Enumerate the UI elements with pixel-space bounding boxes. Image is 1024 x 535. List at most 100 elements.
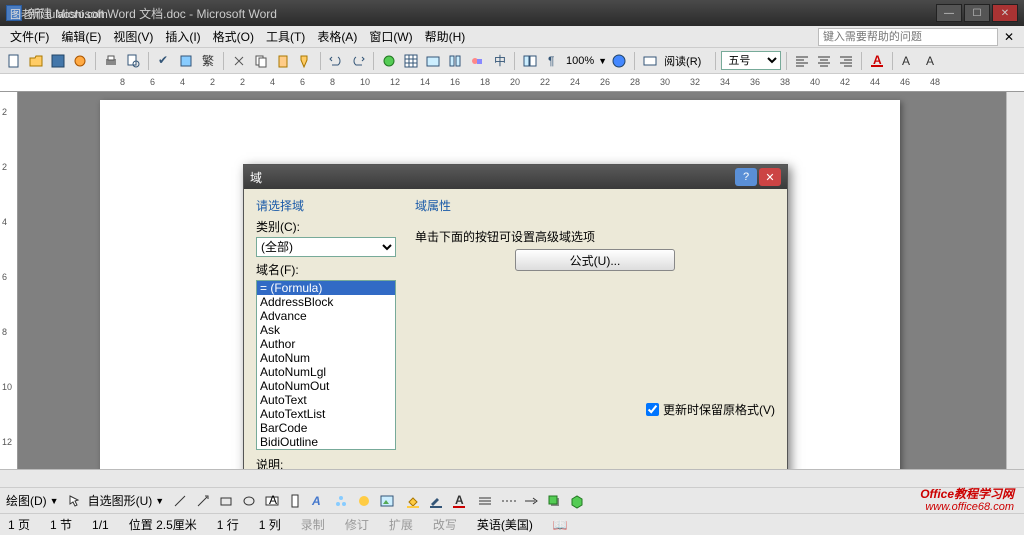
- field-list-item[interactable]: Comments: [257, 449, 395, 450]
- 3d-icon[interactable]: [567, 491, 587, 511]
- shrink-font-icon[interactable]: A: [920, 51, 940, 71]
- horizontal-scrollbar[interactable]: [0, 469, 1024, 487]
- statusbar: 1 页 1 节 1/1 位置 2.5厘米 1 行 1 列 录制 修订 扩展 改写…: [0, 513, 1024, 535]
- doc-map-icon[interactable]: [520, 51, 540, 71]
- cut-icon[interactable]: [229, 51, 249, 71]
- line-style-icon[interactable]: [475, 491, 495, 511]
- field-list-item[interactable]: Ask: [257, 323, 395, 337]
- vertical-ruler[interactable]: 224681012: [0, 92, 18, 469]
- field-list-item[interactable]: AutoNumOut: [257, 379, 395, 393]
- svg-text:A: A: [311, 494, 321, 508]
- preserve-format-checkbox[interactable]: [646, 403, 659, 416]
- textbox-icon[interactable]: A: [262, 491, 282, 511]
- field-list-item[interactable]: AutoNumLgl: [257, 365, 395, 379]
- svg-text:A: A: [269, 493, 277, 507]
- help-search-input[interactable]: [818, 28, 998, 46]
- oval-icon[interactable]: [239, 491, 259, 511]
- status-lang[interactable]: 英语(美国): [477, 516, 533, 533]
- field-list-item[interactable]: AutoText: [257, 393, 395, 407]
- print-preview-icon[interactable]: [123, 51, 143, 71]
- diagram-icon[interactable]: [331, 491, 351, 511]
- chinese-layout-icon[interactable]: 中: [489, 51, 509, 71]
- menu-edit[interactable]: 编辑(E): [55, 26, 107, 47]
- field-list-item[interactable]: Author: [257, 337, 395, 351]
- grow-font-icon[interactable]: A: [898, 51, 918, 71]
- new-doc-icon[interactable]: [4, 51, 24, 71]
- menu-table[interactable]: 表格(A): [311, 26, 363, 47]
- close-button[interactable]: ✕: [992, 4, 1018, 22]
- align-right-icon[interactable]: [836, 51, 856, 71]
- wordart-icon[interactable]: A: [308, 491, 328, 511]
- spellcheck-icon[interactable]: ✔: [154, 51, 174, 71]
- dialog-title: 域: [250, 169, 262, 186]
- menu-format[interactable]: 格式(O): [207, 26, 260, 47]
- show-marks-icon[interactable]: ¶: [542, 51, 562, 71]
- save-icon[interactable]: [48, 51, 68, 71]
- hyperlink-icon[interactable]: [379, 51, 399, 71]
- svg-text:繁: 繁: [202, 53, 214, 68]
- font-color-icon[interactable]: A: [867, 51, 887, 71]
- table-grid-icon[interactable]: [401, 51, 421, 71]
- columns-icon[interactable]: [445, 51, 465, 71]
- line-color-icon[interactable]: [426, 491, 446, 511]
- vertical-textbox-icon[interactable]: [285, 491, 305, 511]
- fill-color-icon[interactable]: [403, 491, 423, 511]
- zoom-value[interactable]: 100%: [564, 55, 596, 67]
- insert-table-icon[interactable]: [423, 51, 443, 71]
- align-left-icon[interactable]: [792, 51, 812, 71]
- maximize-button[interactable]: ☐: [964, 4, 990, 22]
- font-size-combo[interactable]: 五号: [721, 51, 781, 70]
- formula-button[interactable]: 公式(U)...: [515, 249, 675, 271]
- rectangle-icon[interactable]: [216, 491, 236, 511]
- help-icon[interactable]: [609, 51, 629, 71]
- menu-window[interactable]: 窗口(W): [363, 26, 418, 47]
- dialog-close-button[interactable]: ✕: [759, 168, 781, 186]
- minimize-button[interactable]: —: [936, 4, 962, 22]
- copy-icon[interactable]: [251, 51, 271, 71]
- draw-menu[interactable]: 绘图(D): [6, 492, 47, 509]
- read-mode-icon[interactable]: [640, 51, 660, 71]
- autoshapes-menu[interactable]: 自选图形(U): [88, 492, 153, 509]
- shadow-icon[interactable]: [544, 491, 564, 511]
- menu-help[interactable]: 帮助(H): [419, 26, 472, 47]
- line-icon[interactable]: [170, 491, 190, 511]
- paste-icon[interactable]: [273, 51, 293, 71]
- font-color-draw-icon[interactable]: A: [449, 491, 469, 511]
- field-list-item[interactable]: Advance: [257, 309, 395, 323]
- menu-insert[interactable]: 插入(I): [159, 26, 206, 47]
- field-list-item[interactable]: BarCode: [257, 421, 395, 435]
- dialog-help-button[interactable]: ?: [735, 168, 757, 186]
- clipart-icon[interactable]: [354, 491, 374, 511]
- category-select[interactable]: (全部): [256, 237, 396, 257]
- research-icon[interactable]: [176, 51, 196, 71]
- menu-view[interactable]: 视图(V): [107, 26, 159, 47]
- read-mode-label[interactable]: 阅读(R): [662, 53, 703, 69]
- select-objects-icon[interactable]: [65, 491, 85, 511]
- align-center-icon[interactable]: [814, 51, 834, 71]
- description-label: 说明:: [256, 456, 401, 469]
- permission-icon[interactable]: [70, 51, 90, 71]
- vertical-scrollbar[interactable]: [1006, 92, 1024, 469]
- status-book-icon[interactable]: 📖: [553, 518, 568, 532]
- format-painter-icon[interactable]: [295, 51, 315, 71]
- print-icon[interactable]: [101, 51, 121, 71]
- undo-icon[interactable]: [326, 51, 346, 71]
- menu-file[interactable]: 文件(F): [4, 26, 55, 47]
- redo-icon[interactable]: [348, 51, 368, 71]
- field-list-item[interactable]: = (Formula): [257, 281, 395, 295]
- picture-icon[interactable]: [377, 491, 397, 511]
- horizontal-ruler[interactable]: 8642246810121416182022242628303234363840…: [0, 74, 1024, 92]
- translate-icon[interactable]: 繁: [198, 51, 218, 71]
- drawing-icon[interactable]: [467, 51, 487, 71]
- arrow-icon[interactable]: [193, 491, 213, 511]
- arrow-style-icon[interactable]: [521, 491, 541, 511]
- open-icon[interactable]: [26, 51, 46, 71]
- field-name-listbox[interactable]: = (Formula)AddressBlockAdvanceAskAuthorA…: [256, 280, 396, 450]
- menu-tools[interactable]: 工具(T): [260, 26, 311, 47]
- doc-close-icon[interactable]: ✕: [998, 28, 1020, 46]
- dash-style-icon[interactable]: [498, 491, 518, 511]
- field-list-item[interactable]: BidiOutline: [257, 435, 395, 449]
- field-list-item[interactable]: AutoTextList: [257, 407, 395, 421]
- field-list-item[interactable]: AddressBlock: [257, 295, 395, 309]
- field-list-item[interactable]: AutoNum: [257, 351, 395, 365]
